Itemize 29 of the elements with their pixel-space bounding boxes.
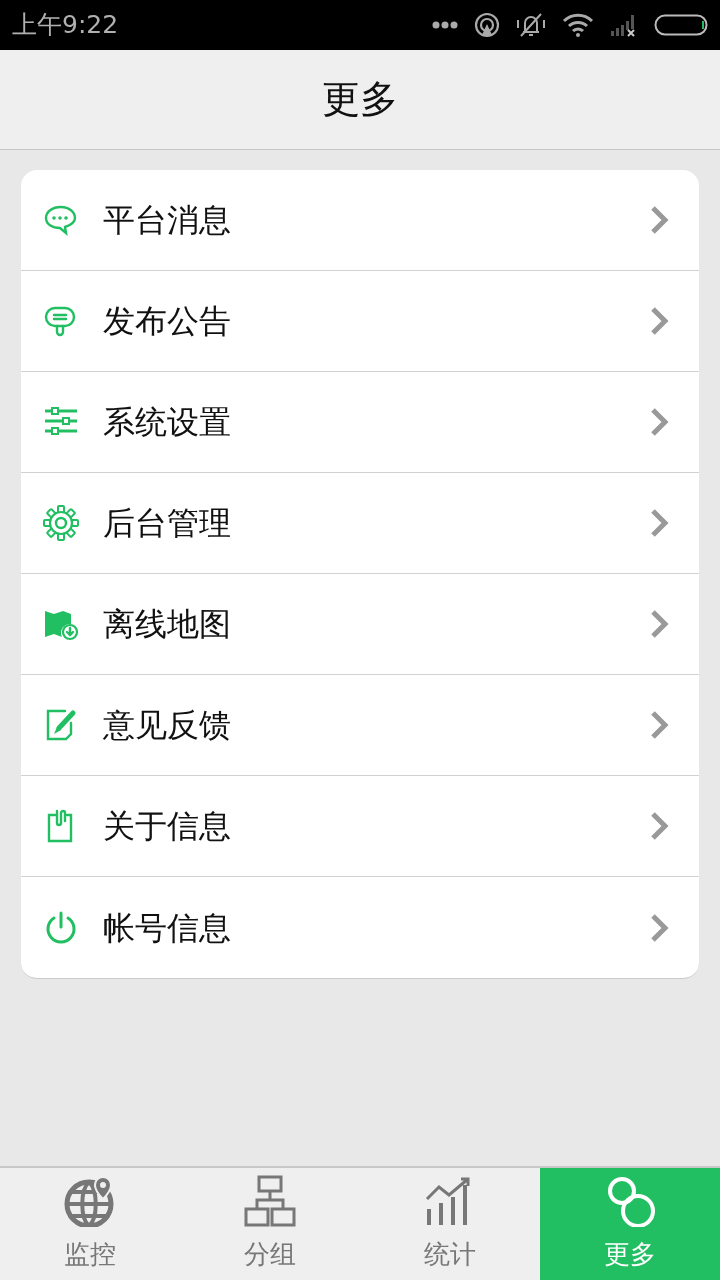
hierarchy-icon (244, 1174, 296, 1227)
chevron-right-icon (649, 710, 669, 740)
battery-icon (654, 14, 708, 36)
menu-item[interactable]: 系统设置 (21, 372, 699, 473)
chevron-right-icon (649, 306, 669, 336)
more-dots-icon (432, 21, 458, 29)
menu-item[interactable]: 后台管理 (21, 473, 699, 574)
chevron-right-icon (649, 205, 669, 235)
chevron-right-icon (649, 508, 669, 538)
tab[interactable]: 监控 (0, 1168, 180, 1280)
tab[interactable]: 统计 (360, 1168, 540, 1280)
tab[interactable]: 分组 (180, 1168, 360, 1280)
menu-item[interactable]: 帐号信息 (21, 877, 699, 978)
gear-icon (43, 505, 79, 541)
status-time: 上午9:22 (12, 9, 119, 42)
menu-item[interactable]: 发布公告 (21, 271, 699, 372)
chevron-right-icon (649, 811, 669, 841)
menu-item[interactable]: 意见反馈 (21, 675, 699, 776)
menu-item[interactable]: 关于信息 (21, 776, 699, 877)
menu-item[interactable]: 平台消息 (21, 170, 699, 271)
wifi-icon (562, 13, 594, 37)
mute-bell-icon (516, 12, 546, 38)
menu-item[interactable]: 离线地图 (21, 574, 699, 675)
hotspot-icon (474, 12, 500, 38)
chevron-right-icon (649, 912, 669, 943)
chevron-right-icon (649, 407, 669, 437)
page-title: 更多 (322, 76, 398, 123)
chevron-right-icon (649, 609, 669, 639)
signal-icon (610, 13, 638, 37)
